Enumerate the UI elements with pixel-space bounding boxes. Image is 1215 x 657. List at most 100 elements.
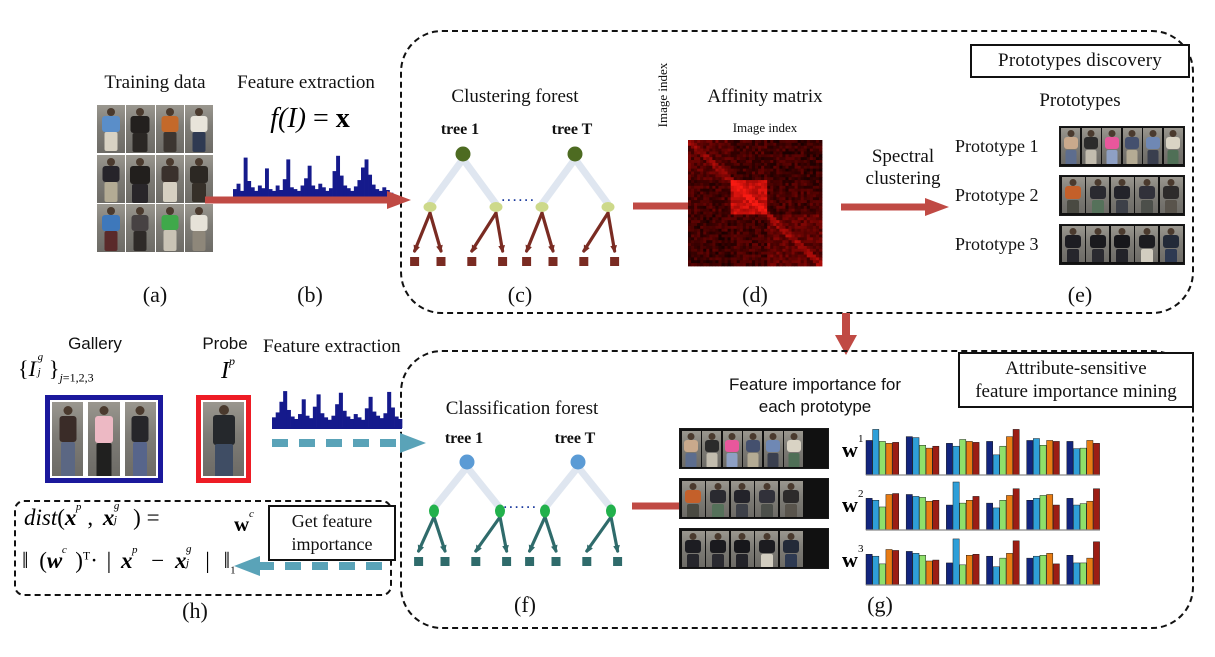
feature-importance-line2: each prototype bbox=[758, 397, 872, 416]
prototype-row-label: Prototype 3 bbox=[955, 233, 1039, 254]
prototype-thumb bbox=[1061, 226, 1085, 262]
prototype-thumb bbox=[1163, 128, 1183, 164]
training-thumb bbox=[126, 204, 155, 253]
affinity-xaxis-label: Image index bbox=[732, 120, 798, 135]
wc-label: wc bbox=[234, 508, 254, 536]
get-feature-line1: Get feature bbox=[291, 511, 373, 531]
training-thumb bbox=[97, 154, 126, 203]
probe-thumb bbox=[203, 402, 244, 476]
prototype-thumb bbox=[1159, 177, 1183, 213]
prototype-thumb bbox=[1143, 128, 1162, 164]
prototype-thumbnail-strip bbox=[1059, 223, 1185, 265]
feature-extraction-formula: f(I) = x bbox=[270, 103, 350, 134]
classification-tree1-label: tree 1 bbox=[444, 430, 484, 447]
prototype-thumb bbox=[1122, 128, 1142, 164]
prototype-thumb bbox=[1102, 128, 1121, 164]
weight-exponent: 2 bbox=[858, 488, 864, 500]
prototype-thumb bbox=[1061, 177, 1085, 213]
prototype-thumbnail-strip bbox=[679, 478, 829, 519]
subcaption-c: (c) bbox=[507, 282, 533, 307]
prototype-thumb bbox=[1110, 226, 1134, 262]
weight-exponent: 3 bbox=[858, 543, 864, 555]
mining-title-line1: Attribute-sensitive bbox=[1005, 358, 1147, 379]
arrow-spectral-clustering bbox=[841, 198, 949, 216]
prototype-thumb bbox=[779, 480, 803, 517]
classification-forest-label: Classification forest bbox=[445, 398, 599, 419]
feature-importance-chart-row-2 bbox=[865, 538, 1100, 586]
prototype-thumb bbox=[722, 430, 742, 467]
prototype-thumb bbox=[730, 480, 754, 517]
prototype-thumbnail-strip bbox=[1059, 174, 1185, 216]
prototype-thumb bbox=[730, 530, 754, 567]
arrow-feature-to-clustering bbox=[205, 191, 411, 209]
prototype-thumb bbox=[681, 530, 705, 567]
probe-symbol: Ip bbox=[221, 354, 235, 384]
training-data-label: Training data bbox=[104, 72, 206, 93]
prototype-thumb bbox=[784, 430, 803, 467]
importance-prototype-strips bbox=[679, 428, 829, 569]
training-thumb bbox=[97, 105, 126, 153]
feature-extraction-label: Feature extraction bbox=[237, 72, 375, 93]
feature-importance-title: Feature importance for each prototype bbox=[660, 374, 970, 418]
weight-exponent: 1 bbox=[858, 433, 864, 445]
training-thumb bbox=[184, 204, 213, 253]
clustering-ellipsis: ...... bbox=[500, 186, 536, 205]
training-thumb bbox=[155, 204, 184, 253]
prototype-thumb bbox=[1159, 226, 1183, 262]
clustering-forest-label: Clustering forest bbox=[451, 86, 579, 107]
spectral-clustering-label: Spectral clustering bbox=[838, 146, 968, 190]
prototype-thumb bbox=[706, 530, 729, 567]
gallery-image-group bbox=[45, 395, 163, 483]
classification-ellipsis: ...... bbox=[502, 493, 538, 512]
subcaption-h: (h) bbox=[182, 598, 208, 623]
prototype-thumb bbox=[1061, 128, 1080, 164]
prototype-thumb bbox=[1135, 226, 1158, 262]
prototype-row-label: Prototype 1 bbox=[955, 135, 1039, 156]
get-feature-line2: importance bbox=[291, 534, 373, 554]
prototype-thumb bbox=[755, 530, 778, 567]
prototype-thumb bbox=[743, 430, 762, 467]
training-data-grid bbox=[97, 105, 213, 253]
prototype-thumb bbox=[1086, 177, 1109, 213]
subcaption-b: (b) bbox=[297, 282, 323, 307]
clustering-treeT-label: tree T bbox=[551, 121, 593, 138]
training-thumb bbox=[155, 105, 184, 153]
prototype-thumb bbox=[681, 430, 701, 467]
feature-extraction-label-2: Feature extraction bbox=[263, 336, 401, 357]
prototype-thumb bbox=[1135, 177, 1158, 213]
prototype-thumb bbox=[681, 480, 705, 517]
prototype-thumb bbox=[1081, 128, 1101, 164]
affinity-yaxis-label: Image index bbox=[655, 62, 670, 128]
prototype-thumb bbox=[779, 530, 803, 567]
prototype-thumb bbox=[706, 480, 729, 517]
get-feature-importance-box: Get feature importance bbox=[268, 505, 396, 561]
prototype-thumb bbox=[1086, 226, 1109, 262]
prototype-thumb bbox=[755, 480, 778, 517]
mining-title-line2: feature importance mining bbox=[975, 381, 1177, 402]
training-thumb bbox=[184, 105, 213, 153]
training-thumb bbox=[126, 105, 155, 153]
weight-label-w1: w1 bbox=[842, 433, 864, 462]
prototypes-discovery-title: Prototypes discovery bbox=[998, 50, 1162, 71]
gallery-thumb bbox=[124, 402, 156, 476]
clustering-tree-T bbox=[522, 146, 620, 266]
feature-importance-chart-row-1 bbox=[865, 481, 1100, 531]
gallery-thumb bbox=[88, 402, 120, 476]
feature-importance-chart-row-0 bbox=[865, 429, 1100, 476]
affinity-matrix-heatmap bbox=[688, 140, 823, 267]
training-thumb bbox=[126, 154, 155, 203]
subcaption-g: (g) bbox=[867, 592, 893, 617]
prototype-thumb bbox=[1110, 177, 1134, 213]
prototype-thumbnail-strip bbox=[1058, 125, 1185, 167]
prototype-thumb bbox=[702, 430, 721, 467]
spectral-line1: Spectral bbox=[871, 146, 935, 167]
prototype-list: Prototype 1 Prototype 2 Prototype 3 bbox=[955, 125, 1185, 265]
prototype-thumb bbox=[763, 430, 783, 467]
arrow-probe-to-classification bbox=[272, 433, 426, 453]
weight-label-w2: w2 bbox=[842, 488, 864, 517]
training-thumb bbox=[155, 154, 184, 203]
spectral-line2: clustering bbox=[865, 168, 941, 189]
prototypes-label: Prototypes bbox=[1039, 90, 1121, 111]
subcaption-f: (f) bbox=[514, 592, 536, 617]
weight-label-w3: w3 bbox=[842, 543, 864, 572]
